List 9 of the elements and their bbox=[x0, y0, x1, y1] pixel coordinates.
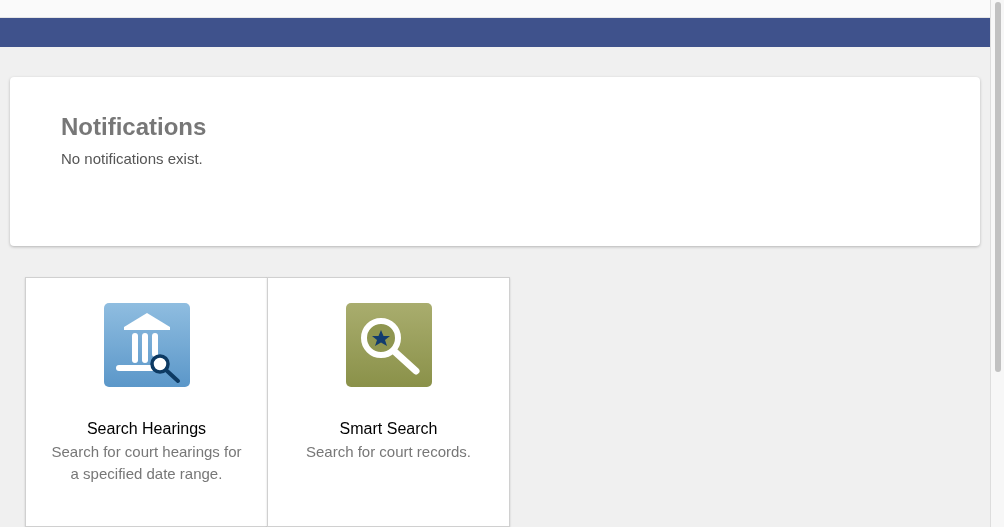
notifications-heading: Notifications bbox=[61, 112, 208, 143]
tile-description: Search for court hearings for a specified date range. bbox=[50, 442, 243, 484]
search-tile[interactable]: Search Hearings Search for court hearings for a specified date range. bbox=[25, 277, 268, 527]
tile-title: Search Hearings bbox=[86, 419, 207, 439]
notifications-message: No notifications exist. bbox=[61, 149, 204, 170]
tile-title: Smart Search bbox=[339, 419, 438, 439]
search-tile[interactable]: Smart Search Search for court records. bbox=[267, 277, 510, 527]
courthouse-search-icon bbox=[103, 303, 190, 387]
tile-description: Search for court records. bbox=[304, 442, 473, 462]
